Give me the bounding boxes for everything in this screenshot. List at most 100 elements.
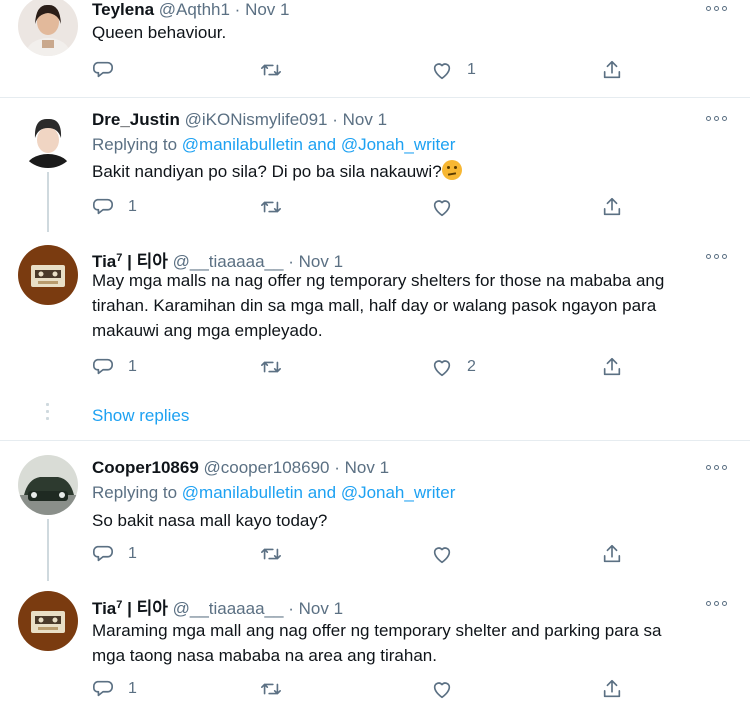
- retweet-button[interactable]: [260, 676, 296, 702]
- reply-count: 1: [128, 198, 137, 215]
- reply-button[interactable]: 1: [92, 194, 137, 220]
- tweet-actions: 1: [92, 194, 632, 220]
- retweet-icon: [261, 361, 281, 373]
- retweet-button[interactable]: [260, 541, 296, 567]
- like-icon: [433, 682, 451, 699]
- avatar-teylena[interactable]: [18, 0, 78, 56]
- reply-button[interactable]: 1: [92, 676, 137, 702]
- retweet-button[interactable]: [260, 194, 296, 220]
- tweet-text-content: Bakit nandiyan po sila? Di po ba sila na…: [92, 162, 442, 181]
- more-icon[interactable]: [706, 4, 728, 14]
- author-name[interactable]: Dre_Justin: [92, 110, 180, 129]
- thread-line: [47, 519, 49, 581]
- author-handle[interactable]: @Aqthh1: [159, 0, 230, 19]
- retweet-button[interactable]: [260, 57, 296, 83]
- author-handle[interactable]: @cooper108690: [204, 458, 330, 477]
- reply-count: 1: [128, 545, 137, 562]
- more-icon[interactable]: [706, 463, 728, 473]
- tweet-header: Tia7 | 티아 @__tiaaaaa__ · Nov 1: [92, 594, 343, 619]
- retweet-button[interactable]: [260, 354, 296, 380]
- share-icon: [603, 679, 621, 698]
- tweet-text-line: makauwi ang mga empleyado.: [92, 321, 323, 340]
- separator-dot: ·: [334, 458, 340, 477]
- retweet-icon: [261, 64, 281, 76]
- author-name[interactable]: Teylena: [92, 0, 154, 19]
- retweet-icon: [261, 201, 281, 213]
- share-button[interactable]: [601, 57, 623, 83]
- avatar-dre-justin[interactable]: [18, 108, 78, 168]
- like-button[interactable]: [431, 194, 467, 220]
- like-button[interactable]: 2: [431, 354, 476, 380]
- separator-dot: ·: [288, 599, 294, 618]
- thinking-face-icon: [441, 160, 462, 180]
- replying-links[interactable]: @manilabulletin and @Jonah_writer: [182, 135, 456, 154]
- like-icon: [433, 200, 451, 217]
- author-handle[interactable]: @iKONismylife091: [185, 110, 328, 129]
- tweet-tia-2[interactable]: Tia7 | 티아 @__tiaaaaa__ · Nov 1 Maraming …: [0, 581, 750, 714]
- reply-icon: [93, 545, 113, 562]
- tweet-text: Maraming mga mall ang nag offer ng tempo…: [92, 618, 722, 668]
- share-button[interactable]: [601, 541, 623, 567]
- more-icon[interactable]: [706, 252, 728, 262]
- author-name[interactable]: Cooper10869: [92, 458, 199, 477]
- reply-count: 1: [128, 358, 137, 375]
- tweet-text: So bakit nasa mall kayo today?: [92, 511, 328, 530]
- share-icon: [603, 60, 621, 79]
- avatar-tia[interactable]: [18, 591, 78, 651]
- tweet-date[interactable]: Nov 1: [343, 110, 387, 129]
- tweet-cooper[interactable]: Cooper10869 @cooper108690 · Nov 1 Replyi…: [0, 441, 750, 581]
- share-button[interactable]: [601, 354, 623, 380]
- share-button[interactable]: [601, 676, 623, 702]
- tweet-text: May mga malls na nag offer ng temporary …: [92, 268, 722, 343]
- reply-count: 1: [128, 680, 137, 697]
- tweet-text: Queen behaviour.: [92, 23, 227, 42]
- tweet-teylena[interactable]: Teylena @Aqthh1 · Nov 1 Queen behaviour.…: [0, 0, 750, 96]
- like-button[interactable]: 1: [431, 57, 476, 83]
- reply-button[interactable]: 1: [92, 541, 137, 567]
- tweet-date[interactable]: Nov 1: [245, 0, 289, 19]
- show-replies-link[interactable]: Show replies: [92, 406, 189, 426]
- thread-dots: [46, 403, 49, 424]
- author-handle[interactable]: @__tiaaaaa__: [173, 599, 284, 618]
- thread-line: [47, 172, 49, 232]
- tweet-text-line: tirahan. Karamihan din sa mga mall, half…: [92, 296, 657, 315]
- reply-icon: [93, 198, 113, 215]
- share-button[interactable]: [601, 194, 623, 220]
- author-name[interactable]: Tia7 | 티아: [92, 599, 168, 618]
- more-icon[interactable]: [706, 599, 728, 609]
- reply-button[interactable]: [92, 57, 128, 83]
- tweet-actions: 1: [92, 57, 632, 83]
- avatar-tia[interactable]: [18, 245, 78, 305]
- separator-dot: ·: [332, 110, 338, 129]
- replying-to: Replying to @manilabulletin and @Jonah_w…: [92, 483, 455, 503]
- replying-prefix: Replying to: [92, 135, 178, 154]
- tweet-text-line: May mga malls na nag offer ng temporary …: [92, 271, 665, 290]
- reply-button[interactable]: 1: [92, 354, 137, 380]
- reply-icon: [93, 61, 113, 78]
- retweet-icon: [261, 548, 281, 560]
- like-icon: [433, 360, 451, 377]
- avatar-cooper[interactable]: [18, 455, 78, 515]
- tweet-tia-1[interactable]: Tia7 | 티아 @__tiaaaaa__ · Nov 1 May mga m…: [0, 233, 750, 433]
- more-icon[interactable]: [706, 114, 728, 124]
- like-count: 1: [467, 61, 476, 78]
- reply-icon: [93, 358, 113, 375]
- replying-links[interactable]: @manilabulletin and @Jonah_writer: [182, 483, 456, 502]
- tweet-actions: 1: [92, 541, 632, 567]
- like-button[interactable]: [431, 676, 467, 702]
- tweet-text-line: Maraming mga mall ang nag offer ng tempo…: [92, 621, 662, 640]
- share-icon: [603, 357, 621, 376]
- tweet-dre-justin[interactable]: Dre_Justin @iKONismylife091 · Nov 1 Repl…: [0, 98, 750, 233]
- share-icon: [603, 197, 621, 216]
- separator-dot: ·: [234, 0, 241, 19]
- tweet-text: Bakit nandiyan po sila? Di po ba sila na…: [92, 159, 722, 184]
- like-button[interactable]: [431, 541, 467, 567]
- tweet-actions: 1: [92, 676, 632, 702]
- tweet-date[interactable]: Nov 1: [299, 599, 343, 618]
- like-icon: [433, 547, 451, 564]
- like-count: 2: [467, 358, 476, 375]
- tweet-actions: 1 2: [92, 354, 632, 380]
- like-icon: [433, 63, 451, 80]
- tweet-date[interactable]: Nov 1: [345, 458, 389, 477]
- tweet-text-line: mga taong nasa mababa na area ang tiraha…: [92, 646, 437, 665]
